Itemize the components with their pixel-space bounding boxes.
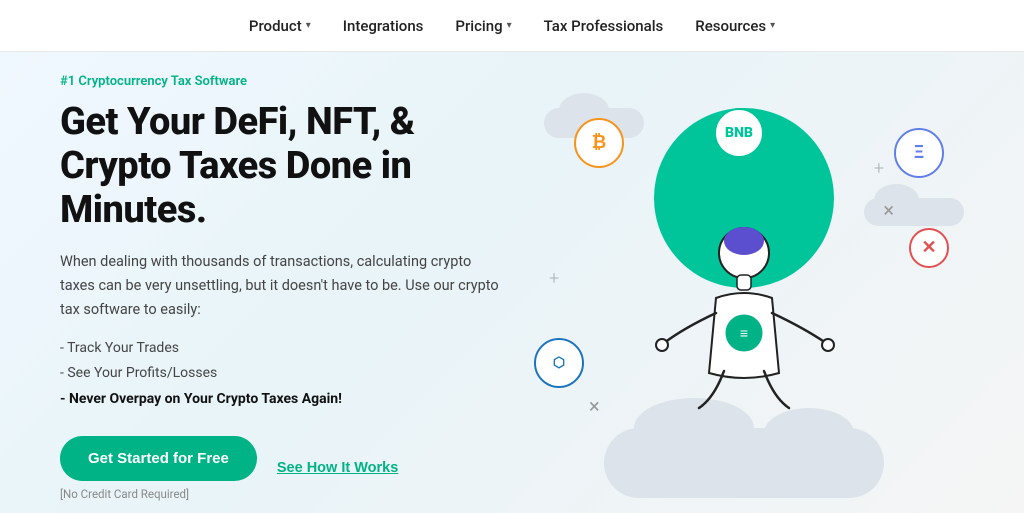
bnb-coin-icon: BNB — [714, 108, 764, 158]
plus-icon-right: + — [874, 158, 884, 179]
nav-pricing-label: Pricing — [455, 17, 502, 35]
hero-illustration: ₿ BNB Ξ ⬡ ≡ — [524, 78, 964, 498]
plus-icon-left: + — [549, 268, 559, 289]
feature-overpay: - Never Overpay on Your Crypto Taxes Aga… — [60, 387, 524, 412]
cta-primary-wrapper: Get Started for Free [No Credit Card Req… — [60, 436, 257, 501]
nav-product-label: Product — [249, 17, 302, 35]
cta-row: Get Started for Free [No Credit Card Req… — [60, 436, 524, 501]
hero-features: - Track Your Trades - See Your Profits/L… — [60, 336, 524, 412]
feature-profits: - See Your Profits/Losses — [60, 361, 524, 386]
nav-integrations-label: Integrations — [343, 17, 424, 35]
hero-content: #1 Cryptocurrency Tax Software Get Your … — [60, 74, 524, 500]
hero-badge: #1 Cryptocurrency Tax Software — [60, 74, 524, 89]
hero-description: When dealing with thousands of transacti… — [60, 250, 500, 322]
nav-integrations[interactable]: Integrations — [343, 17, 424, 35]
nav-tax-professionals-label: Tax Professionals — [544, 17, 664, 35]
xmark-icon-top: × — [883, 198, 894, 222]
dash-coin-icon: ⬡ — [534, 338, 584, 388]
nav-product[interactable]: Product ▾ — [249, 17, 311, 35]
hero-section: #1 Cryptocurrency Tax Software Get Your … — [0, 52, 1024, 513]
bitcoin-coin-icon: ₿ — [574, 118, 624, 168]
navigation-header: CoinTracker Product ▾ Integrations Prici… — [0, 0, 1024, 52]
no-credit-card-label: [No Credit Card Required] — [60, 487, 257, 501]
meditating-person-illustration: ≡ — [644, 213, 844, 443]
get-started-button[interactable]: Get Started for Free — [60, 436, 257, 481]
cloud-right — [864, 198, 964, 226]
product-chevron-icon: ▾ — [306, 20, 311, 31]
nav-tax-professionals[interactable]: Tax Professionals — [544, 17, 664, 35]
nav-resources-label: Resources — [695, 17, 766, 35]
svg-text:≡: ≡ — [740, 326, 748, 342]
resources-chevron-icon: ▾ — [770, 20, 775, 31]
feature-track: - Track Your Trades — [60, 336, 524, 361]
main-nav: Product ▾ Integrations Pricing ▾ Tax Pro… — [249, 17, 775, 35]
x-coin-icon: ✕ — [909, 228, 949, 268]
hero-title: Get Your DeFi, NFT, & Crypto Taxes Done … — [60, 101, 524, 232]
see-how-it-works-button[interactable]: See How It Works — [277, 460, 398, 476]
pricing-chevron-icon: ▾ — [507, 20, 512, 31]
ethereum-coin-icon: Ξ — [894, 128, 944, 178]
nav-pricing[interactable]: Pricing ▾ — [455, 17, 511, 35]
xmark-icon-bottom: × — [589, 394, 600, 418]
nav-resources[interactable]: Resources ▾ — [695, 17, 775, 35]
